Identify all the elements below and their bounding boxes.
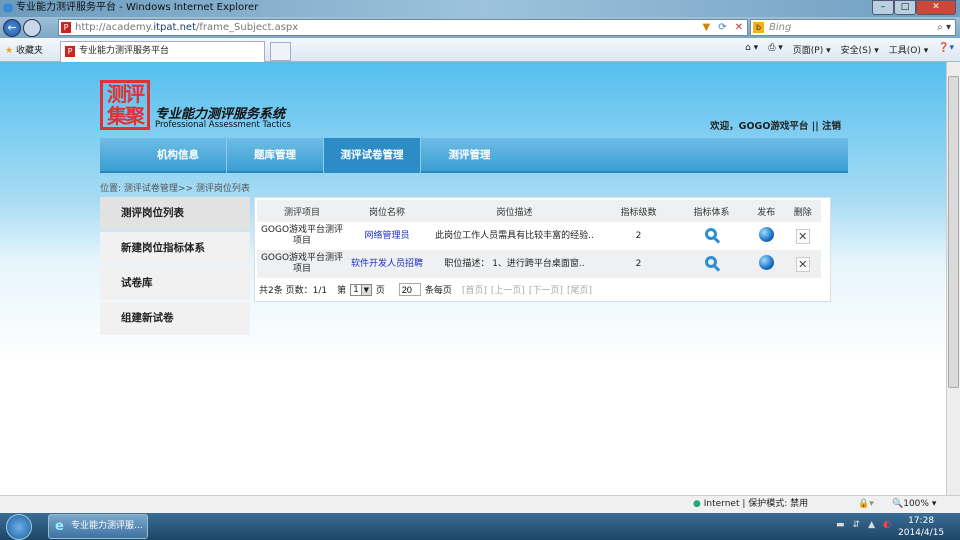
col-project: 测评项目 <box>257 200 347 222</box>
site-favicon: P <box>65 46 75 57</box>
keyboard-icon[interactable]: ▬ <box>836 520 845 530</box>
pager: 共2条 页数：1/1 第 1▼ 页 条每页 [首页] [上一页] [下一页] [… <box>257 283 828 296</box>
levels-cell: 2 <box>602 250 675 278</box>
publish-icon[interactable] <box>758 254 774 270</box>
welcome-area: 欢迎，GOGO游戏平台 || 注销 <box>710 121 841 132</box>
system-tray: ▬ ⇵ ▲ ◐ <box>836 520 891 530</box>
page-menu[interactable]: 页面(P) ▾ <box>793 43 831 56</box>
sidebar-item-build-paper[interactable]: 组建新试卷 <box>100 302 250 335</box>
prev-page-link[interactable]: [上一页] <box>491 283 525 296</box>
bing-icon: b <box>753 22 764 33</box>
url-input[interactable]: Phttp://academy.itpat.net/frame_Subject.… <box>58 19 748 36</box>
position-link[interactable]: 软件开发人员招聘 <box>351 259 423 269</box>
table-row: GOGO游戏平台测评项目 软件开发人员招聘 职位描述： 1、进行跨平台桌面窗..… <box>257 250 821 278</box>
taskbar: 专业能力测评服... ▬ ⇵ ▲ ◐ 17:282014/4/15 <box>0 513 960 540</box>
taskbar-ie-window[interactable]: 专业能力测评服... <box>48 514 148 539</box>
network-icon[interactable]: ⇵ <box>853 520 861 530</box>
system-subtitle: Professional Assessment Tactics <box>155 120 291 130</box>
page-viewport: 测评 集聚 专业能力测评服务系统 Professional Assessment … <box>0 62 946 495</box>
col-desc: 岗位描述 <box>427 200 602 222</box>
search-icon[interactable]: ⌕ ▾ <box>937 20 951 35</box>
publish-icon[interactable] <box>758 226 774 242</box>
desc-cell: 此岗位工作人员需具有比较丰富的经验.. <box>435 230 594 241</box>
back-button[interactable]: ← <box>3 19 21 37</box>
security-zone: ● Internet | 保护模式: 禁用 <box>693 499 809 509</box>
stop-icon[interactable]: ✕ <box>735 20 743 35</box>
col-position: 岗位名称 <box>347 200 427 222</box>
sidebar: 测评岗位列表 新建岗位指标体系 试卷库 组建新试卷 <box>100 197 250 337</box>
volume-icon[interactable]: ◐ <box>883 520 891 530</box>
pager-total: 共2条 页数：1/1 <box>259 286 328 296</box>
protected-mode-icon[interactable]: 🔒▾ <box>858 496 874 513</box>
start-button[interactable] <box>6 514 32 540</box>
browser-tab[interactable]: P 专业能力测评服务平台 <box>60 41 265 62</box>
tools-menu[interactable]: 工具(O) ▾ <box>889 43 929 56</box>
position-link[interactable]: 网络管理员 <box>364 231 409 241</box>
nav-question-bank[interactable]: 题库管理 <box>227 138 324 173</box>
print-icon[interactable]: ⎙ ▾ <box>768 43 783 56</box>
last-page-link[interactable]: [尾页] <box>567 283 592 296</box>
globe-icon: ● <box>693 499 701 509</box>
first-page-link[interactable]: [首页] <box>462 283 487 296</box>
sidebar-item-position-list[interactable]: 测评岗位列表 <box>100 197 250 230</box>
main-nav: 机构信息 题库管理 测评试卷管理 测评管理 <box>100 138 848 173</box>
table-row: GOGO游戏平台测评项目 网络管理员 此岗位工作人员需具有比较丰富的经验.. 2… <box>257 222 821 250</box>
col-index-system: 指标体系 <box>674 200 748 222</box>
page-size-input[interactable] <box>398 283 421 296</box>
address-bar: ← Phttp://academy.itpat.net/frame_Subjec… <box>0 17 960 38</box>
delete-icon[interactable]: ✕ <box>795 228 810 244</box>
view-index-icon[interactable] <box>705 256 718 268</box>
sidebar-item-paper-library[interactable]: 试卷库 <box>100 267 250 300</box>
next-page-link[interactable]: [下一页] <box>529 283 563 296</box>
show-hidden-icon[interactable]: ▲ <box>868 520 875 530</box>
ie-icon <box>3 3 13 13</box>
logout-link[interactable]: 注销 <box>822 121 841 132</box>
position-table-panel: 测评项目 岗位名称 岗位描述 指标级数 指标体系 发布 删除 GOGO游戏平台测… <box>254 197 831 302</box>
maximize-button[interactable]: □ <box>894 0 916 15</box>
clock[interactable]: 17:28 2014/4/15 <box>898 515 944 539</box>
new-tab-button[interactable] <box>270 42 291 61</box>
home-icon[interactable]: ⌂ ▾ <box>745 43 758 56</box>
nav-assessment-management[interactable]: 测评管理 <box>421 138 518 173</box>
sidebar-item-new-index-system[interactable]: 新建岗位指标体系 <box>100 232 250 265</box>
project-cell: GOGO游戏平台测评项目 <box>257 250 347 278</box>
star-icon: ★ <box>5 46 14 56</box>
forward-button[interactable] <box>23 19 41 37</box>
page-select[interactable]: 1 ▼ <box>350 283 372 296</box>
status-bar: ● Internet | 保护模式: 禁用 🔒▾ 🔍100% ▾ <box>0 495 960 513</box>
close-button[interactable]: ✕ <box>916 0 956 15</box>
window-title: 专业能力测评服务平台 - Windows Internet Explorer <box>16 2 259 13</box>
col-publish: 发布 <box>747 200 785 222</box>
tab-bar: ★ 收藏夹 P 专业能力测评服务平台 ⌂ ▾ ⎙ ▾ 页面(P) ▾ 安全(S) ▾ 工具… <box>0 38 960 62</box>
desc-cell: 职位描述： 1、进行跨平台桌面窗.. <box>427 250 602 278</box>
search-input[interactable]: b Bing ⌕ ▾ <box>750 19 956 36</box>
refresh-icon[interactable]: ⟳ <box>718 20 726 35</box>
vertical-scrollbar[interactable] <box>946 62 960 495</box>
nav-org-info[interactable]: 机构信息 <box>130 138 227 173</box>
minimize-button[interactable]: – <box>872 0 894 15</box>
position-table: 测评项目 岗位名称 岗位描述 指标级数 指标体系 发布 删除 GOGO游戏平台测… <box>257 200 821 278</box>
site-favicon: P <box>61 22 71 33</box>
compat-icon[interactable]: ▼ <box>703 20 711 35</box>
col-levels: 指标级数 <box>602 200 675 222</box>
site-logo: 测评 集聚 <box>100 80 150 130</box>
scrollbar-thumb[interactable] <box>948 76 959 388</box>
breadcrumb: 位置: 测评试卷管理>> 测评岗位列表 <box>100 184 250 194</box>
nav-paper-management[interactable]: 测评试卷管理 <box>324 138 421 173</box>
help-icon[interactable]: ❓▾ <box>938 43 954 56</box>
safety-menu[interactable]: 安全(S) ▾ <box>841 43 879 56</box>
delete-icon[interactable]: ✕ <box>795 256 810 272</box>
col-delete: 删除 <box>784 200 821 222</box>
project-cell: GOGO游戏平台测评项目 <box>260 225 344 246</box>
zoom-level[interactable]: 🔍100% ▾ <box>892 496 936 513</box>
favorites-button[interactable]: ★ 收藏夹 <box>5 43 43 56</box>
view-index-icon[interactable] <box>705 228 718 240</box>
levels-cell: 2 <box>635 230 642 241</box>
chevron-down-icon: ▼ <box>360 284 371 295</box>
window-titlebar: 专业能力测评服务平台 - Windows Internet Explorer –… <box>0 0 960 17</box>
